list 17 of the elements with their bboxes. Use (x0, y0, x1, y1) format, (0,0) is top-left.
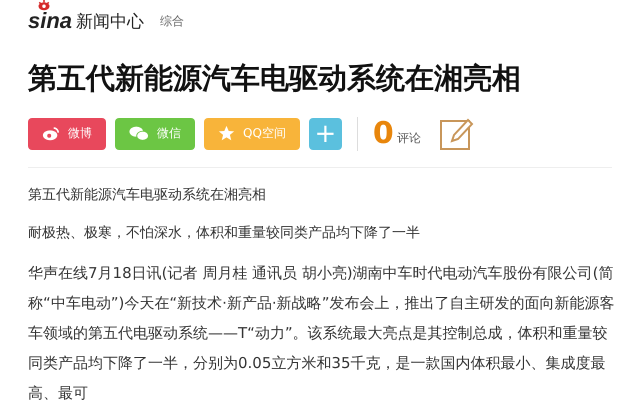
site-name: 新闻中心 (76, 10, 144, 32)
chat-bubbles-icon (129, 126, 149, 141)
share-button[interactable]: 微博 (28, 118, 106, 150)
edit-icon[interactable] (440, 116, 474, 150)
comment-count: 0 (372, 116, 394, 151)
comment-label[interactable]: 评论 (396, 130, 421, 147)
article-summary: 耐极热、极寒，不怕深水，体积和重量较同类产品均下降了一半 (28, 224, 421, 242)
article-title: 第五代新能源汽车电驱动系统在湘亮相 (28, 60, 522, 97)
sina-logo: sina (28, 8, 72, 34)
star-icon (218, 125, 235, 142)
share-button[interactable]: 微信 (115, 118, 195, 150)
weibo-icon (42, 126, 60, 141)
channel-link[interactable]: 综合 (160, 12, 184, 30)
more-share-button[interactable]: + (308, 118, 342, 150)
article-subtitle: 第五代新能源汽车电驱动系统在湘亮相 (28, 186, 267, 204)
article-paragraph: 华声在线7月18日讯(记者 周月桂 通讯员 胡小亮)湖南中车时代电动汽车股份有限公司(简称“中车电动”)今天在“新技术·新产品·新战略”发布会上，推出了自主研发的面向新能源客车领域的第五代电驱动系统——T“动力”。该系统最大亮点是其控制总成，体积和重量较同类产品均下降了一半，分别为0.05立方米和35千克，是一款国内体积最小、集成度最高、最可 (28, 263, 616, 404)
eye-logo-icon (36, 0, 52, 11)
